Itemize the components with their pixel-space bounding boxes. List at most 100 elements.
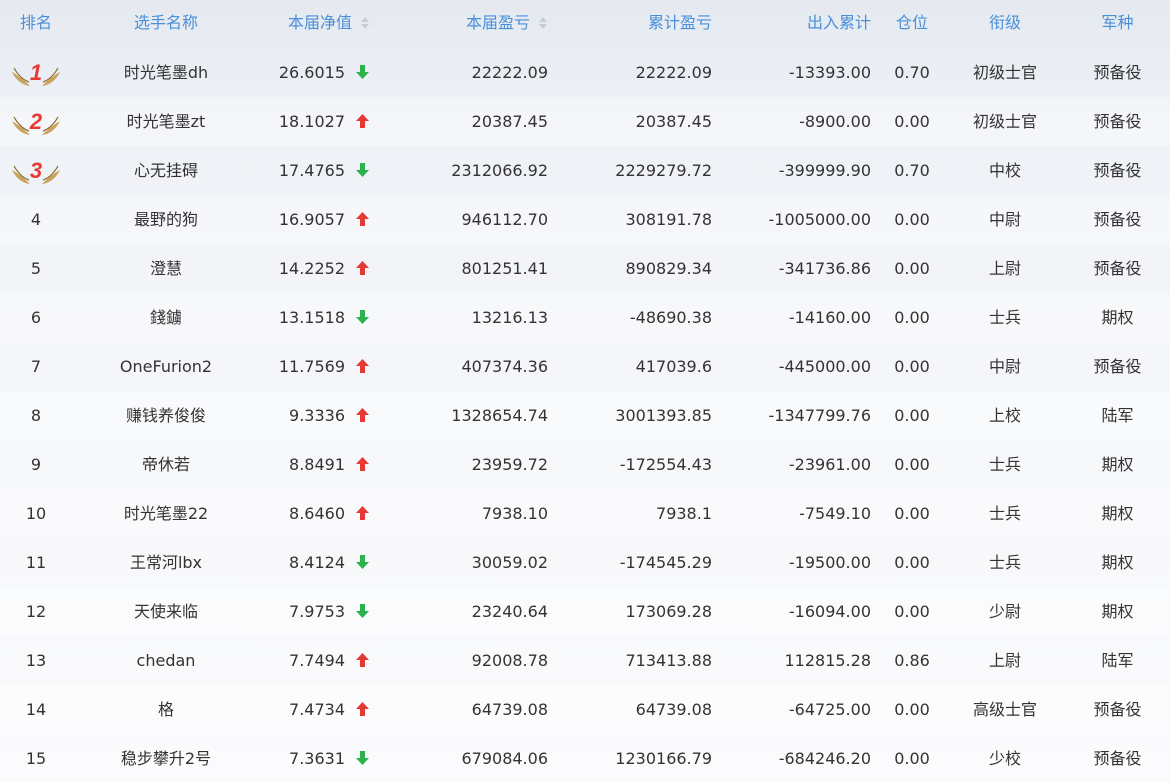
cell-flow: -1347799.76: [768, 406, 871, 425]
cell-player-name[interactable]: 心无挂碍: [80, 146, 252, 195]
cell-cumulative: 7938.1: [656, 504, 712, 523]
header-flow[interactable]: 出入累计: [720, 0, 871, 46]
table-row[interactable]: 5 澄慧 14.2252 801251.41 890829.34 -341736.86 0.…: [0, 244, 1170, 293]
cell-flow: 112815.28: [784, 651, 871, 670]
cell-player-name[interactable]: 帝休若: [80, 440, 252, 489]
cell-player-name[interactable]: chedan: [80, 636, 252, 685]
header-profit[interactable]: 本届盈亏: [400, 0, 548, 46]
cell-net-value: 7.4734: [260, 685, 370, 734]
cell-rank: 8: [0, 391, 72, 440]
net-value-text: 7.3631: [289, 749, 345, 768]
cell-player-name[interactable]: 时光笔墨22: [80, 489, 252, 538]
cell-branch: 预备役: [1093, 161, 1142, 180]
table-row[interactable]: 10 时光笔墨22 8.6460 7938.10 7938.1 -7549.10 0.00 士…: [0, 489, 1170, 538]
cell-player-name[interactable]: 澄慧: [80, 244, 252, 293]
cell-position: 0.70: [894, 63, 930, 82]
header-branch[interactable]: 军种: [1070, 0, 1165, 46]
up-arrow-icon: [356, 261, 369, 275]
down-arrow-icon: [356, 751, 369, 765]
table-row[interactable]: 3 心无挂碍 17.4765 2312066.92 2229279.72 -399999.…: [0, 146, 1170, 195]
rank-number: 13: [25, 651, 47, 670]
header-cumulative[interactable]: 累计盈亏: [560, 0, 712, 46]
rank-number: 14: [25, 700, 47, 719]
cell-player-name[interactable]: 格: [80, 685, 252, 734]
header-rank[interactable]: 排名: [0, 0, 72, 46]
rank-number: 8: [30, 406, 42, 425]
cell-branch: 期权: [1101, 308, 1134, 327]
cell-profit: 13216.13: [471, 308, 548, 327]
table-row[interactable]: 11 王常河lbx 8.4124 30059.02 -174545.29 -19500.0…: [0, 538, 1170, 587]
cell-branch: 预备役: [1093, 210, 1142, 229]
cell-position: 0.00: [894, 210, 930, 229]
cell-net-value: 7.7494: [260, 636, 370, 685]
cell-title: 上尉: [988, 259, 1021, 278]
cell-player-name[interactable]: 稳步攀升2号: [80, 734, 252, 783]
table-row[interactable]: 8 赚钱养俊俊 9.3336 1328654.74 3001393.85 -1347799…: [0, 391, 1170, 440]
cell-profit: 946112.70: [461, 210, 548, 229]
up-arrow-icon: [356, 212, 369, 226]
net-value-text: 26.6015: [278, 63, 345, 82]
cell-flow: -13393.00: [788, 63, 871, 82]
cell-position: 0.00: [894, 749, 930, 768]
cell-branch: 预备役: [1093, 700, 1142, 719]
rank-number: 4: [30, 210, 42, 229]
header-title[interactable]: 衔级: [955, 0, 1055, 46]
cell-player-name[interactable]: OneFurion2: [80, 342, 252, 391]
table-row[interactable]: 13 chedan 7.7494 92008.78 713413.88 112815.28…: [0, 636, 1170, 685]
cell-branch: 预备役: [1093, 112, 1142, 131]
table-row[interactable]: 15 稳步攀升2号 7.3631 679084.06 1230166.79 -684246…: [0, 734, 1170, 783]
cell-net-value: 7.3631: [260, 734, 370, 783]
cell-cumulative: 3001393.85: [615, 406, 712, 425]
cell-title: 上尉: [988, 651, 1021, 670]
net-value-text: 14.2252: [278, 259, 345, 278]
sort-icon[interactable]: [360, 15, 370, 31]
down-arrow-icon: [356, 310, 369, 324]
net-value-text: 16.9057: [278, 210, 345, 229]
table-row[interactable]: 7 OneFurion2 11.7569 407374.36 417039.6 -4450…: [0, 342, 1170, 391]
header-profit-label: 本届盈亏: [465, 13, 530, 32]
rank-number: 3: [30, 158, 42, 183]
cell-rank: 10: [0, 489, 72, 538]
cell-rank: 5: [0, 244, 72, 293]
cell-position: 0.00: [894, 553, 930, 572]
cell-flow: -445000.00: [778, 357, 871, 376]
cell-branch: 陆军: [1101, 651, 1134, 670]
cell-branch: 预备役: [1093, 749, 1142, 768]
cell-position: 0.00: [894, 112, 930, 131]
table-row[interactable]: 4 最野的狗 16.9057 946112.70 308191.78 -1005000.0…: [0, 195, 1170, 244]
table-row[interactable]: 2 时光笔墨zt 18.1027 20387.45 20387.45 -8900.00 0.…: [0, 97, 1170, 146]
cell-player-name[interactable]: 王常河lbx: [80, 538, 252, 587]
cell-player-name[interactable]: 时光笔墨dh: [80, 48, 252, 97]
header-player-name[interactable]: 选手名称: [80, 0, 252, 46]
cell-flow: -399999.90: [778, 161, 871, 180]
table-row[interactable]: 14 格 7.4734 64739.08 64739.08 -64725.00 0.00 高级…: [0, 685, 1170, 734]
table-row[interactable]: 9 帝休若 8.8491 23959.72 -172554.43 -23961.00 0.0…: [0, 440, 1170, 489]
cell-title: 初级士官: [972, 63, 1037, 82]
cell-profit: 22222.09: [471, 63, 548, 82]
table-row[interactable]: 12 天使来临 7.9753 23240.64 173069.28 -16094.00 0.…: [0, 587, 1170, 636]
cell-player-name[interactable]: 天使来临: [80, 587, 252, 636]
cell-net-value: 9.3336: [260, 391, 370, 440]
down-arrow-icon: [356, 163, 369, 177]
net-value-text: 7.7494: [289, 651, 345, 670]
table-row[interactable]: 1 时光笔墨dh 26.6015 22222.09 22222.09 -13393.00 0…: [0, 48, 1170, 97]
header-position[interactable]: 仓位: [878, 0, 946, 46]
net-value-text: 7.4734: [289, 700, 345, 719]
cell-title: 中校: [988, 161, 1021, 180]
down-arrow-icon: [356, 555, 369, 569]
cell-player-name[interactable]: 时光笔墨zt: [80, 97, 252, 146]
header-net-value[interactable]: 本届净值: [260, 0, 370, 46]
cell-player-name[interactable]: 錢鐪: [80, 293, 252, 342]
cell-profit: 30059.02: [471, 553, 548, 572]
cell-player-name[interactable]: 赚钱养俊俊: [80, 391, 252, 440]
cell-profit: 7938.10: [481, 504, 548, 523]
cell-flow: -19500.00: [788, 553, 871, 572]
cell-net-value: 18.1027: [260, 97, 370, 146]
cell-net-value: 7.9753: [260, 587, 370, 636]
cell-net-value: 26.6015: [260, 48, 370, 97]
table-row[interactable]: 6 錢鐪 13.1518 13216.13 -48690.38 -14160.00 0.00…: [0, 293, 1170, 342]
rank-medal-icon: 3: [8, 156, 64, 188]
cell-player-name[interactable]: 最野的狗: [80, 195, 252, 244]
net-value-text: 18.1027: [278, 112, 345, 131]
sort-icon[interactable]: [538, 15, 548, 31]
